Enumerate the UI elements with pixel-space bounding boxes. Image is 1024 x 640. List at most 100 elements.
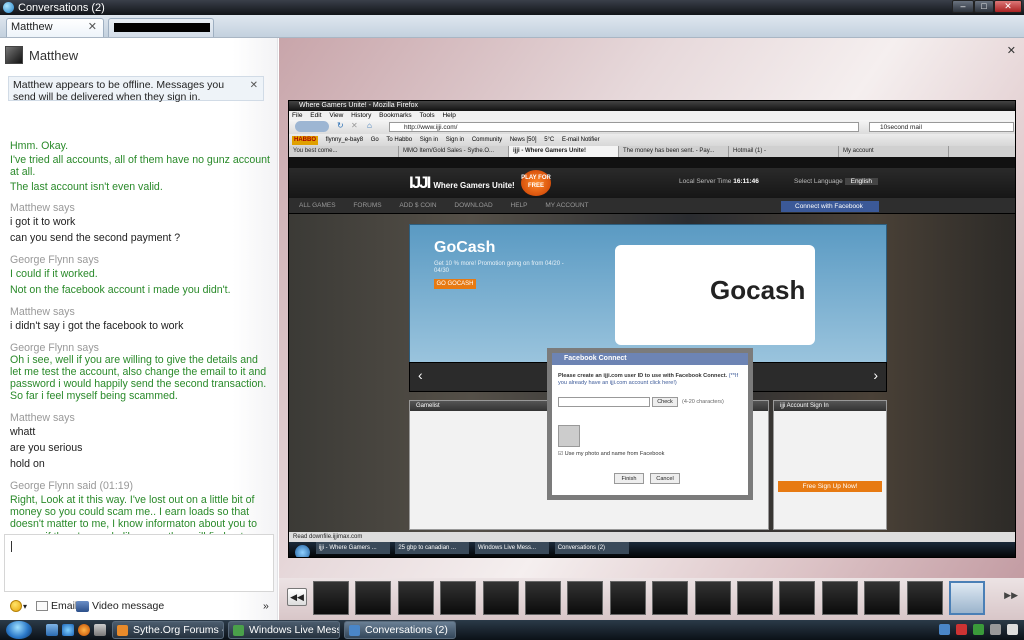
thumbnail-strip: ◀◀ ▶▶ [279,578,1024,620]
browser-tab-active: ijji - Where Gamers Unite! [509,146,619,157]
menu-bookmarks: Bookmarks [379,112,412,119]
thumbnail[interactable] [737,581,773,615]
tab-matthew[interactable]: Matthew ✕ [6,18,104,37]
site-background: GoCash Get 10 % more! Promotion going on… [289,214,1015,532]
home-icon: ⌂ [367,121,372,130]
system-tray [939,624,1018,635]
shared-screenshot[interactable]: Where Gamers Unite! - Mozilla Firefox Fi… [288,100,1016,558]
thumbnail[interactable] [313,581,349,615]
thumbnail[interactable] [525,581,561,615]
stop-icon: ✕ [351,121,358,130]
thumbnail[interactable] [821,581,858,615]
minimize-button[interactable]: – [952,0,974,13]
thumbnail[interactable] [694,581,731,615]
message-input[interactable] [4,534,274,592]
thumbnail[interactable] [864,581,901,615]
ijji-logo: IJJI Where Gamers Unite! [409,173,515,192]
close-notice-icon[interactable]: ✕ [250,80,258,92]
thumbnail[interactable] [440,581,477,615]
firefox-titlebar: Where Gamers Unite! - Mozilla Firefox [289,101,1015,111]
sender-label: George Flynn says [10,342,99,354]
volume-icon[interactable] [1007,624,1018,635]
chat-message: Oh i see, well if you are willing to giv… [10,354,267,391]
toolbar-item: 5°C [544,137,555,143]
security-icon[interactable] [956,624,967,635]
conversation-tabbar: Matthew ✕ [0,15,1024,38]
toolbar-item: Go [370,137,379,143]
toolbar-item: Community [471,137,503,143]
taskbar-button-active[interactable]: Conversations (2) [344,621,456,639]
taskbar-label: Sythe.Org Forums - ... [133,624,223,636]
emoticon-button[interactable]: ▾ [10,600,27,612]
chat-history[interactable]: Hmm. Okay. I've tried all accounts, all o… [10,98,272,568]
browser-tab: The money has been sent. - Pay... [619,146,729,157]
quicklaunch-icon[interactable] [94,624,106,636]
signin-header: ijji Account Sign In [774,401,886,411]
screenshot-task: ijji - Where Gamers ... [315,542,390,554]
menu-edit: Edit [310,112,322,119]
messenger-tray-icon[interactable] [973,624,984,635]
profile-picture [558,425,580,447]
screenshot-task: 25 gbp to canadian ... [395,542,470,554]
firefox-statusbar: Read downfile.ijjimax.com [289,532,1015,542]
email-button[interactable]: Email [36,600,77,612]
start-orb-icon [295,544,310,557]
avatar[interactable] [5,46,23,64]
taskbar-button[interactable]: Windows Live Mess... [228,621,340,639]
thumbnail[interactable] [567,581,604,615]
window-titlebar: Conversations (2) [0,0,1024,15]
finish-button: Finish [614,473,644,484]
close-pane-icon[interactable]: ✕ [1007,44,1016,57]
redacted-name [114,23,210,32]
menu-view: View [329,112,344,119]
nav-item: ADD $ COIN [399,202,437,209]
ijji-website: IJJI Where Gamers Unite! PLAY FOR FREE Lo… [289,168,1015,532]
tab-redacted[interactable] [108,18,214,37]
video-label: Video message [92,600,165,612]
habbo-logo: HABBO [292,136,318,145]
close-tab-icon[interactable]: ✕ [88,19,97,36]
next-images-button[interactable]: ▶▶ [1004,590,1018,601]
chat-message: can you send the second payment ? [10,232,181,244]
thumbnail[interactable] [355,581,392,615]
video-message-button[interactable]: Video message [76,600,164,612]
back-forward-icon [295,121,329,132]
tab-label: Matthew [11,21,53,33]
more-options-button[interactable]: » [263,600,269,612]
server-time: Local Server Time 16:11:46 [679,178,759,185]
contact-header: Matthew [5,46,78,64]
thumbnail[interactable] [397,581,434,615]
start-button[interactable] [6,621,32,639]
taskbar-label: Conversations (2) [365,624,448,636]
monitor-icon[interactable] [990,624,1001,635]
thumbnail-selected[interactable] [949,581,985,615]
thumbnail[interactable] [482,581,519,615]
thumbnail[interactable] [779,581,816,615]
firefox-icon[interactable] [78,624,90,636]
close-button[interactable]: ✕ [994,0,1022,13]
thumbnail[interactable] [906,581,943,615]
maximize-button[interactable]: □ [974,0,994,13]
taskbar-button[interactable]: Sythe.Org Forums - ... [112,621,224,639]
gocash-subtitle: Get 10 % more! Promotion going on from 0… [434,261,564,274]
firefox-menubar: File Edit View History Bookmarks Tools H… [289,111,1015,120]
site-nav: ALL GAMES FORUMS ADD $ COIN DOWNLOAD HEL… [289,198,1015,214]
previous-images-button[interactable]: ◀◀ [287,588,307,606]
ie-icon[interactable] [62,624,74,636]
site-header: IJJI Where Gamers Unite! PLAY FOR FREE Lo… [289,168,1015,198]
chat-message: Hmm. Okay. [10,140,69,152]
thumbnail[interactable] [609,581,646,615]
screenshot-taskbar: ijji - Where Gamers ... 25 gbp to canadi… [289,542,1015,557]
menu-help: Help [442,112,456,119]
show-desktop-icon[interactable] [46,624,58,636]
dialog-text: Please create an ijji.com user ID to use… [558,373,748,387]
menu-history: History [351,112,372,119]
thumbnail[interactable] [652,581,689,615]
network-icon[interactable] [939,624,950,635]
chat-message: hold on [10,458,45,470]
sender-label: Matthew says [10,202,75,214]
nav-item: ALL GAMES [299,202,336,209]
nav-item: HELP [510,202,528,209]
sender-label: George Flynn says [10,254,99,266]
browser-tab: MMO Item/Gold Sales - Sythe.O... [399,146,509,157]
